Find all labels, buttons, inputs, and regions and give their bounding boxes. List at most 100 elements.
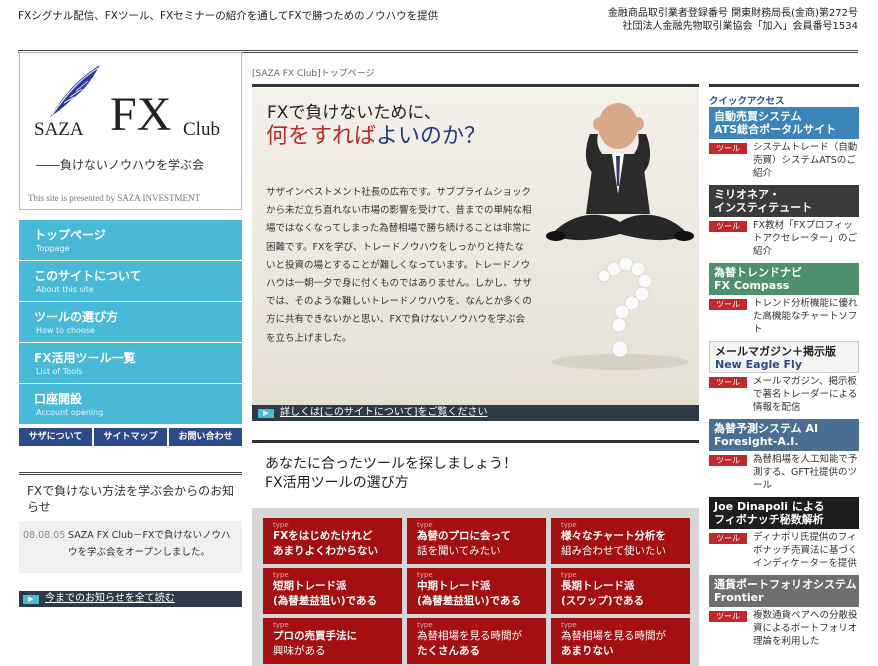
quick-access-text[interactable]: トレンド分析機能に優れた高機能なチャートソフト xyxy=(747,297,859,336)
banner-title: ミリオネア・ xyxy=(714,188,780,201)
tool-type-text: あまりない xyxy=(561,645,614,657)
quick-access-item[interactable]: 通貨ポートフォリオシステム Frontier ツール 複数通貨ペアへの分散投資によるポ… xyxy=(709,575,859,653)
news-more-label: 今までのお知らせを全て読む xyxy=(45,593,175,604)
hero-heading-line2: 何をすればよいのか？ xyxy=(266,118,486,150)
about-saza-link[interactable]: サザについて xyxy=(19,428,92,446)
tool-type-card[interactable]: type 様々なチャート分析を 組み合わせて使いたい xyxy=(551,518,690,564)
nav-item-toppage[interactable]: トップページ Toppage xyxy=(19,220,242,261)
news-date: 08.08.05 xyxy=(23,530,66,541)
breadcrumb: [SAZA FX Club]トップページ xyxy=(252,69,375,79)
tool-tag: ツール xyxy=(709,299,747,310)
quick-access-banner[interactable]: 為替トレンドナビ FX Compass xyxy=(709,263,859,295)
quick-access-banner[interactable]: 通貨ポートフォリオシステム Frontier xyxy=(709,575,859,607)
quick-access-item[interactable]: ミリオネア・ インスティテュート ツール FX教材「FXプロフィットアクセレーター」の… xyxy=(709,185,859,263)
tool-type-card[interactable]: type プロの売買手法に 興味がある xyxy=(263,618,402,664)
hero-heading-rest: よいのか？ xyxy=(376,124,487,149)
quick-access-banner[interactable]: Joe Dinapoli による フィボナッチ秘数解析 xyxy=(709,497,859,529)
tool-tag: ツール xyxy=(709,533,747,544)
contact-link[interactable]: お問い合わせ xyxy=(169,428,242,446)
news-title: FXで負けない方法を学ぶ会からのお知らせ xyxy=(27,484,235,514)
tool-type-text: あまりよくわからない xyxy=(273,545,378,557)
site-tagline: FXシグナル配信、FXツール、FXセミナーの紹介を通してFXで勝つためのノウハウ… xyxy=(18,10,439,22)
tool-type-text: 短期トレード派 xyxy=(273,580,347,592)
arrow-right-icon: ▶ xyxy=(23,594,39,604)
feather-icon xyxy=(50,65,100,117)
quick-access-text[interactable]: ディナポリ氏提供のフィボナッチ売買法に基づくインディケーターを提供 xyxy=(747,531,859,570)
tool-type-card[interactable]: type 長期トレード派 (スワップ)である xyxy=(551,568,690,614)
nav-label: トップページ xyxy=(34,228,106,242)
logo-club-text: Club xyxy=(183,119,220,140)
news-section: FXで負けない方法を学ぶ会からのお知らせ 08.08.05 SAZA FX Cl… xyxy=(19,472,242,607)
tool-type-label: type xyxy=(273,571,289,579)
quick-access-item[interactable]: 為替トレンドナビ FX Compass ツール トレンド分析機能に優れた高機能なチャー… xyxy=(709,263,859,341)
banner-subtitle: インスティテュート xyxy=(714,201,813,214)
tool-type-label: type xyxy=(273,621,289,629)
quick-access-title: クイックアクセス xyxy=(709,84,859,107)
tool-type-card[interactable]: type 短期トレード派 (為替差益狙い)である xyxy=(263,568,402,614)
quick-access-item[interactable]: 為替予測システム AI Foresight-A.I. ツール 為替相場を人工知能で予測… xyxy=(709,419,859,497)
tool-tag: ツール xyxy=(709,143,747,154)
quick-access-text[interactable]: システムトレード（自動売買）システムATSのご紹介 xyxy=(747,141,859,180)
hero-body-text: サザインベストメント社長の広布です。サブプライムショックから未だ立ち直れない市場… xyxy=(266,187,532,344)
banner-subtitle: フィボナッチ秘数解析 xyxy=(714,513,824,526)
quick-access-banner[interactable]: 自動売買システム ATS総合ポータルサイト xyxy=(709,107,859,139)
nav-label: ツールの選び方 xyxy=(34,310,119,324)
sitemap-link[interactable]: サイトマップ xyxy=(94,428,167,446)
site-logo[interactable]: SAZA FX Club ――負けないノウハウを学ぶ会 This site is… xyxy=(19,52,242,210)
tool-tag: ツール xyxy=(709,611,747,622)
news-more-link[interactable]: ▶ 今までのお知らせを全て読む xyxy=(19,591,242,607)
arrow-right-icon: ▶ xyxy=(258,408,274,418)
tool-type-card[interactable]: type FXをはじめたけれど あまりよくわからない xyxy=(263,518,402,564)
tool-type-card[interactable]: type 為替のプロに会って 話を聞いてみたい xyxy=(407,518,546,564)
quick-access-desc: ツール トレンド分析機能に優れた高機能なチャートソフト xyxy=(709,297,859,336)
quick-access-header: クイックアクセス xyxy=(709,84,859,107)
quick-access-text[interactable]: 複数通貨ペアへの分散投資によるポートフォリオ理論を利用した xyxy=(747,609,859,648)
tool-type-text: (為替差益狙い)である xyxy=(273,595,377,607)
quick-access-banner[interactable]: メールマガジン＋掲示版 New Eagle Fly xyxy=(709,341,859,373)
tool-type-card[interactable]: type 中期トレード派 (為替差益狙い)である xyxy=(407,568,546,614)
tool-type-card[interactable]: type 為替相場を見る時間が たくさんある xyxy=(407,618,546,664)
banner-title: 自動売買システム xyxy=(714,110,802,123)
banner-title: 為替トレンドナビ xyxy=(714,266,802,279)
tool-type-label: type xyxy=(417,621,433,629)
quick-access-item[interactable]: メールマガジン＋掲示版 New Eagle Fly ツール メールマガジン、掲示板で著… xyxy=(709,341,859,419)
news-text[interactable]: SAZA FX Club－FXで負けないノウハウを学ぶ会をオープンしました。 xyxy=(68,527,238,567)
nav-item-account-opening[interactable]: 口座開設 Account opening xyxy=(19,384,242,425)
quick-access-desc: ツール システムトレード（自動売買）システムATSのご紹介 xyxy=(709,141,859,180)
nav-item-about[interactable]: このサイトについて About this site xyxy=(19,261,242,302)
nav-sublabel: Toppage xyxy=(36,244,70,253)
nav-label: FX活用ツール一覧 xyxy=(34,351,136,365)
hero-more-link[interactable]: ▶ 詳しくは[このサイトについて]をご覧ください xyxy=(252,405,699,421)
main-navigation: トップページ Toppage このサイトについて About this site… xyxy=(19,220,242,425)
tool-type-label: type xyxy=(273,521,289,529)
banner-subtitle: Foresight-A.I. xyxy=(714,435,799,448)
quick-access-text[interactable]: FX教材「FXプロフィットアクセレーター」のご紹介 xyxy=(747,219,859,258)
tool-tag: ツール xyxy=(709,377,747,388)
quick-access-banner[interactable]: 為替予測システム AI Foresight-A.I. xyxy=(709,419,859,451)
quick-access-item[interactable]: Joe Dinapoli による フィボナッチ秘数解析ツール ディナポリ氏提供のフィ… xyxy=(709,497,859,575)
quick-access-desc: ツール FX教材「FXプロフィットアクセレーター」のご紹介 xyxy=(709,219,859,258)
nav-sublabel: About this site xyxy=(36,285,94,294)
logo-subtitle: ――負けないノウハウを学ぶ会 xyxy=(36,158,205,172)
tool-type-label: type xyxy=(561,521,577,529)
nav-item-how-to-choose[interactable]: ツールの選び方 How to choose xyxy=(19,302,242,343)
logo-fx-text: FX xyxy=(110,88,172,141)
nav-item-tool-list[interactable]: FX活用ツール一覧 List of Tools xyxy=(19,343,242,384)
nav-label: 口座開設 xyxy=(34,392,83,406)
sub-navigation: サザについて サイトマップ お問い合わせ xyxy=(19,428,242,446)
banner-title: 為替予測システム AI xyxy=(714,422,819,435)
tools-divider xyxy=(252,440,699,443)
tool-type-text: 中期トレード派 xyxy=(417,580,491,592)
quick-access-text[interactable]: メールマガジン、掲示板で著名トレーダーによる情報を配信 xyxy=(747,375,859,414)
logo-presented-by: This site is presented by SAZA INVESTMEN… xyxy=(28,193,200,203)
quick-access-banner[interactable]: ミリオネア・ インスティテュート xyxy=(709,185,859,217)
quick-access-item[interactable]: 自動売買システム ATS総合ポータルサイト ツール システムトレード（自動売買）システ… xyxy=(709,107,859,185)
hero-heading-highlight: 何をすれば xyxy=(266,124,377,149)
tool-type-card[interactable]: type 為替相場を見る時間が あまりない xyxy=(551,618,690,664)
registration-line-1: 金融商品取引業者登録番号 関東財務局長(金商)第272号 xyxy=(607,8,858,19)
tool-type-text: 為替のプロに会って xyxy=(417,530,511,542)
nav-label: このサイトについて xyxy=(34,269,142,283)
tool-type-text: プロの売買手法に xyxy=(273,630,357,642)
nav-sublabel: Account opening xyxy=(36,408,104,417)
quick-access-text[interactable]: 為替相場を人工知能で予測する、GFT社提供のツール xyxy=(747,453,859,492)
